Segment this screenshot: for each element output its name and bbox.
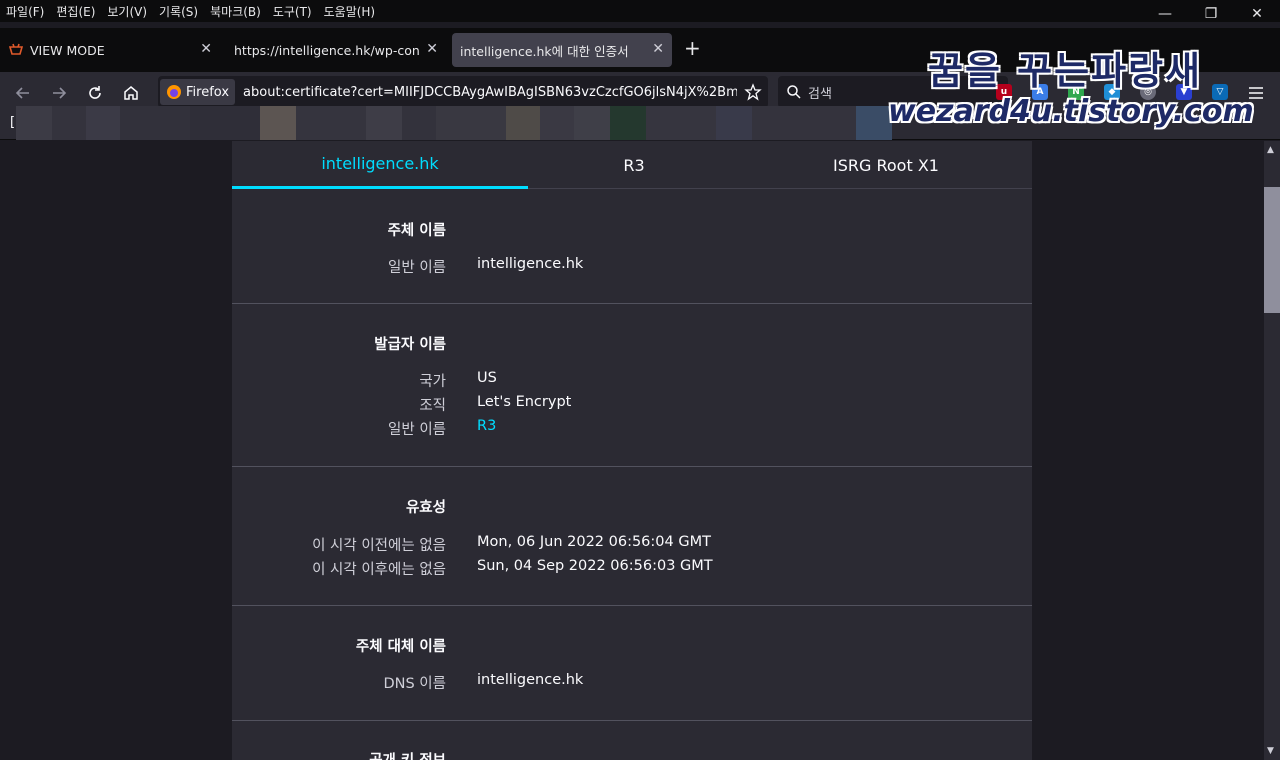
subject-name-section: 주체 이름 일반 이름 intelligence.hk [232,190,1032,304]
pixelated-bookmark [752,106,856,140]
search-placeholder: 검색 [808,86,832,102]
field-value: Sun, 04 Sep 2022 06:56:03 GMT [477,558,713,574]
certificate-page: intelligence.hk R3 ISRG Root X1 주체 이름 일반… [0,141,1264,760]
close-window-button[interactable]: ✕ [1234,0,1280,28]
menu-bookmarks[interactable]: 북마크(B) [210,3,261,20]
menu-file[interactable]: 파일(F) [6,3,44,20]
close-icon[interactable]: ✕ [652,41,664,57]
public-key-info-section: 공개 키 정보 [232,721,1032,760]
field-label: 이 시각 이전에는 없음 [312,538,446,554]
forward-arrow-icon [53,87,67,99]
section-title: 공개 키 정보 [369,749,446,760]
tab-wp-content[interactable]: https://intelligence.hk/wp-content/ ✕ [226,33,446,67]
pixelated-bookmark [610,106,646,140]
home-button[interactable] [118,80,144,106]
field-label: 이 시각 이후에는 없음 [312,562,446,578]
pixelated-bookmark [506,106,540,140]
menu-edit[interactable]: 편집(E) [56,3,95,20]
field-label: 일반 이름 [388,422,446,438]
pixelated-bookmark [716,106,752,140]
tab-certificate[interactable]: intelligence.hk에 대한 인증서 ✕ [452,33,672,67]
reload-icon [89,86,101,99]
tab-label: intelligence.hk에 대한 인증서 [460,43,629,59]
field-value: Let's Encrypt [477,394,572,410]
watermark-subtitle: wezard4u.tistory.com [888,94,1254,129]
view-mode-icon [8,42,24,58]
menu-history[interactable]: 기록(S) [159,3,198,20]
issuer-name-section: 발급자 이름 국가 US 조직 Let's Encrypt 일반 이름 R3 [232,304,1032,467]
back-button[interactable] [10,80,36,106]
cert-tab-root[interactable]: ISRG Root X1 [756,141,1016,189]
certificate-viewer: intelligence.hk R3 ISRG Root X1 주체 이름 일반… [232,141,1032,760]
tab-label: VIEW MODE [30,42,105,58]
bookmark-star-icon[interactable] [744,83,762,101]
field-value: intelligence.hk [477,256,584,272]
pixelated-bookmark [366,106,402,140]
scroll-down-icon[interactable]: ▼ [1267,746,1274,756]
pixelated-bookmark [856,106,892,140]
reload-button[interactable] [82,80,108,106]
identity-box[interactable]: Firefox [160,79,236,105]
validity-section: 유효성 이 시각 이전에는 없음 Mon, 06 Jun 2022 06:56:… [232,467,1032,606]
field-label: 국가 [419,374,446,390]
scroll-up-icon[interactable]: ▲ [1267,145,1274,155]
search-icon [786,84,802,100]
identity-label: Firefox [186,84,230,100]
cert-tab-intermediate[interactable]: R3 [496,141,772,189]
field-label: 조직 [419,398,446,414]
pixelated-bookmark [120,106,190,140]
new-tab-button[interactable]: + [684,36,701,60]
pixelated-bookmark [86,106,120,140]
bookmark-item-first[interactable]: [ [10,115,15,130]
pixelated-bookmark [574,106,610,140]
section-title: 주체 이름 [387,223,446,239]
pixelated-bookmark [16,106,52,140]
pixelated-bookmark [190,106,260,140]
tab-label: https://intelligence.hk/wp-content/ [234,42,420,58]
section-title: 유효성 [405,500,446,516]
vertical-scrollbar[interactable]: ▲ ▼ [1264,141,1280,760]
pixelated-bookmark [436,106,506,140]
menu-tools[interactable]: 도구(T) [273,3,312,20]
pixelated-bookmark [52,106,86,140]
firefox-icon [166,84,182,100]
close-icon[interactable]: ✕ [200,41,212,57]
pixelated-bookmark [540,106,574,140]
minimize-button[interactable]: — [1142,0,1188,28]
subject-alt-name-section: 주체 대체 이름 DNS 이름 intelligence.hk [232,606,1032,721]
scroll-thumb[interactable] [1264,187,1280,313]
close-icon[interactable]: ✕ [426,41,438,57]
home-icon [124,86,138,100]
issuer-link[interactable]: R3 [477,418,496,434]
field-label: 일반 이름 [388,260,446,276]
pixelated-bookmark [260,106,296,140]
field-label: DNS 이름 [383,676,446,692]
url-bar[interactable]: Firefox about:certificate?cert=MIIFJDCCB… [158,76,768,108]
pixelated-bookmark [296,106,366,140]
certificate-tabs: intelligence.hk R3 ISRG Root X1 [232,141,1032,189]
menu-bar: 파일(F) 편집(E) 보기(V) 기록(S) 북마크(B) 도구(T) 도움말… [0,0,1280,22]
cert-tab-leaf[interactable]: intelligence.hk [232,141,528,189]
back-arrow-icon [15,87,29,99]
field-value: intelligence.hk [477,672,584,688]
url-text[interactable]: about:certificate?cert=MIIFJDCCBAygAwIBA… [243,85,737,100]
section-title: 주체 대체 이름 [355,639,446,655]
pixelated-bookmark [646,106,716,140]
forward-button[interactable] [46,80,72,106]
menu-view[interactable]: 보기(V) [107,3,147,20]
section-title: 발급자 이름 [374,337,446,353]
watermark-title: 꿈을 꾸는파랑새 [928,49,1202,93]
tab-view-mode[interactable]: VIEW MODE ✕ [0,33,220,67]
restore-button[interactable]: ❐ [1188,0,1234,28]
field-value: Mon, 06 Jun 2022 06:56:04 GMT [477,534,711,550]
field-value: US [477,370,497,386]
menu-help[interactable]: 도움말(H) [324,3,376,20]
pixelated-bookmark [402,106,436,140]
